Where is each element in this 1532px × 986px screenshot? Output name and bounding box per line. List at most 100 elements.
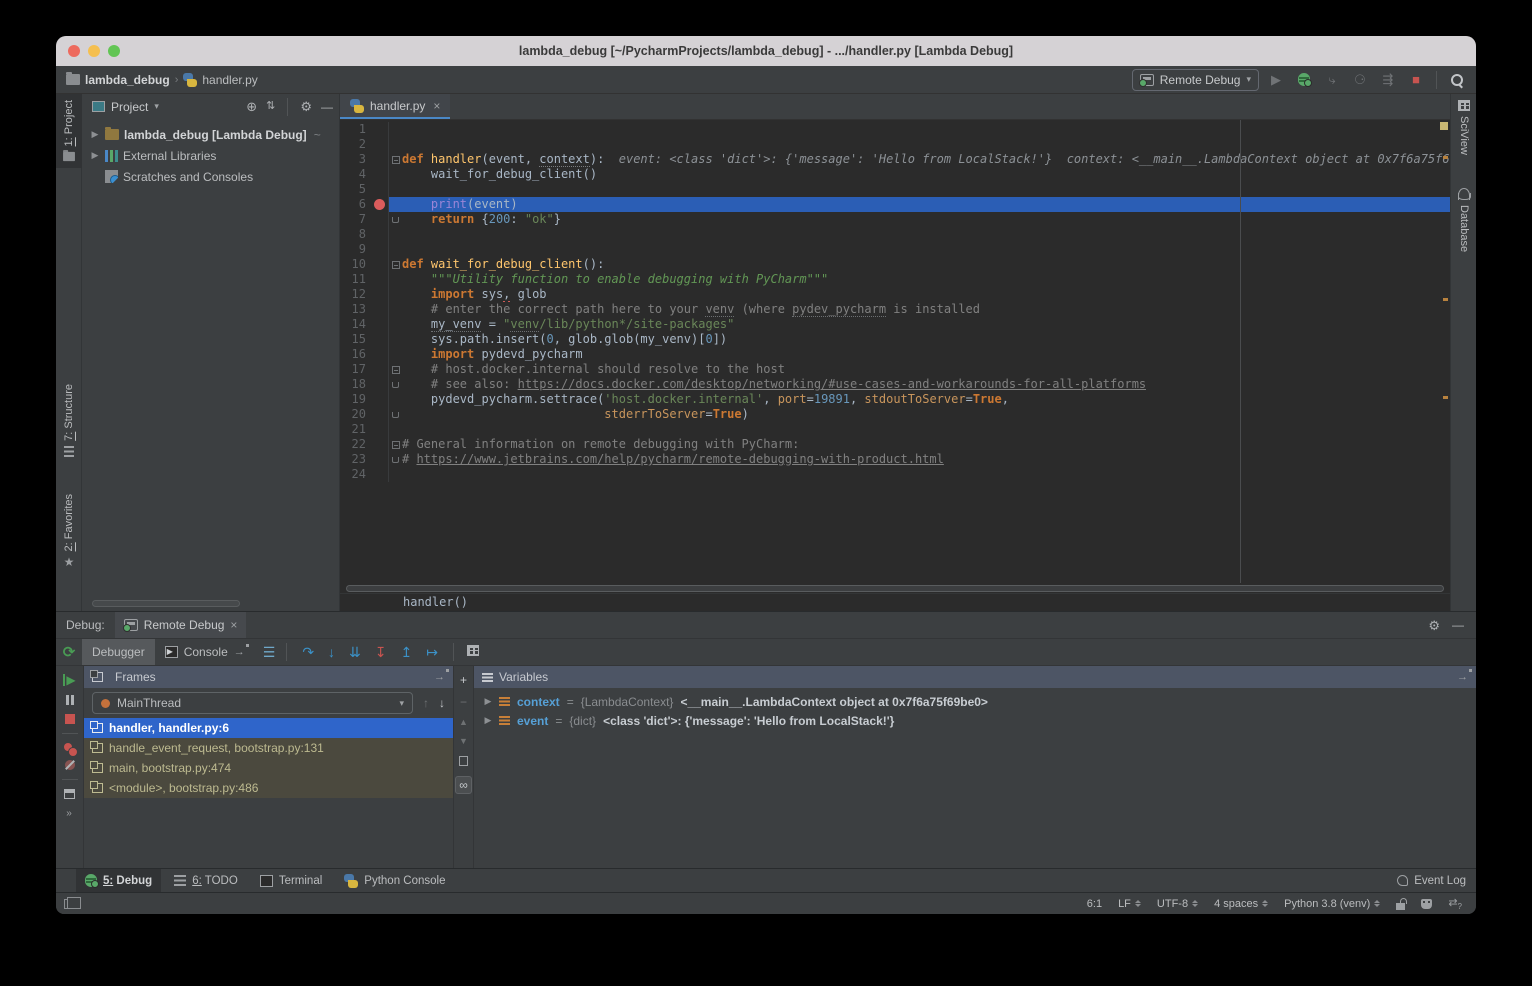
- gutter-spacer[interactable]: [370, 347, 388, 362]
- inspection-status-marker[interactable]: [1440, 122, 1448, 130]
- toolwindow-tab-pythonconsole[interactable]: Python Console: [335, 869, 454, 893]
- fold-open-icon[interactable]: [392, 261, 400, 269]
- code-line-6[interactable]: 6 print(event): [340, 197, 1450, 212]
- gutter-spacer[interactable]: [370, 317, 388, 332]
- fold-marker[interactable]: [388, 152, 402, 167]
- lock-icon[interactable]: [1396, 903, 1405, 910]
- gutter-spacer[interactable]: [370, 227, 388, 242]
- code-line-18[interactable]: 18 # see also: https://docs.docker.com/d…: [340, 377, 1450, 392]
- caret-position[interactable]: 6:1: [1087, 898, 1102, 910]
- code-line-17[interactable]: 17 # host.docker.internal should resolve…: [340, 362, 1450, 377]
- gutter-spacer[interactable]: [370, 392, 388, 407]
- gutter-spacer[interactable]: [370, 422, 388, 437]
- code-line-10[interactable]: 10def wait_for_debug_client():: [340, 257, 1450, 272]
- fold-marker[interactable]: [388, 407, 402, 422]
- search-everywhere-button[interactable]: [1446, 69, 1468, 91]
- attach-profiler-button[interactable]: ⤷: [1321, 69, 1343, 91]
- code-line-7[interactable]: 7 return {200: "ok"}: [340, 212, 1450, 227]
- fold-marker[interactable]: [388, 437, 402, 452]
- fold-end-icon[interactable]: [392, 217, 399, 223]
- fold-open-icon[interactable]: [392, 156, 400, 164]
- editor-body[interactable]: 123def handler(event, context): event: <…: [340, 120, 1450, 583]
- collapse-all-icon[interactable]: ⇅: [266, 101, 275, 112]
- event-log-button[interactable]: Event Log: [1397, 875, 1466, 887]
- sync-icon[interactable]: ⇄?: [1448, 896, 1462, 911]
- restore-layout-button[interactable]: [64, 789, 75, 799]
- toolwindow-tab-todo[interactable]: 6: TODO: [165, 869, 247, 893]
- code-line-16[interactable]: 16 import pydevd_pycharm: [340, 347, 1450, 362]
- breakpoint-icon[interactable]: [374, 199, 385, 210]
- fold-marker[interactable]: [388, 377, 402, 392]
- gear-icon[interactable]: ⚙: [1428, 619, 1440, 632]
- mute-breakpoints-button[interactable]: [65, 760, 75, 770]
- editor-horizontal-scrollbar[interactable]: [346, 585, 1444, 592]
- debug-session-tab[interactable]: Remote Debug ×: [115, 612, 247, 638]
- code-line-11[interactable]: 11 """Utility function to enable debuggi…: [340, 272, 1450, 287]
- code-line-1[interactable]: 1: [340, 122, 1450, 137]
- code-line-15[interactable]: 15 sys.path.insert(0, glob.glob(my_venv)…: [340, 332, 1450, 347]
- expand-arrow-icon[interactable]: ▶: [484, 715, 492, 726]
- breadcrumb-file[interactable]: handler.py: [202, 73, 257, 87]
- gutter-spacer[interactable]: [370, 407, 388, 422]
- variable-row[interactable]: ▶context={LambdaContext}<__main__.Lambda…: [474, 692, 1476, 711]
- code-line-20[interactable]: 20 stderrToServer=True): [340, 407, 1450, 422]
- thread-selector[interactable]: MainThread ▾: [92, 692, 413, 714]
- project-horizontal-scrollbar[interactable]: [92, 600, 240, 607]
- previous-frame-button[interactable]: ↑: [423, 696, 429, 710]
- skip-breakpoints-button[interactable]: ⇶: [1377, 69, 1399, 91]
- gutter-spacer[interactable]: [370, 242, 388, 257]
- close-icon[interactable]: ×: [433, 99, 440, 113]
- encoding-widget[interactable]: UTF-8: [1157, 898, 1198, 910]
- gutter-spacer[interactable]: [370, 182, 388, 197]
- fold-marker[interactable]: [388, 257, 402, 272]
- step-into-button[interactable]: ↓: [328, 645, 335, 659]
- run-with-coverage-button[interactable]: ⚆: [1349, 69, 1371, 91]
- fold-end-icon[interactable]: [392, 382, 399, 388]
- indent-widget[interactable]: 4 spaces: [1214, 898, 1268, 910]
- code-line-8[interactable]: 8: [340, 227, 1450, 242]
- step-out-button[interactable]: ↥: [401, 645, 413, 659]
- pause-button[interactable]: [66, 695, 74, 705]
- gutter-spacer[interactable]: [370, 332, 388, 347]
- remove-watch-button[interactable]: −: [460, 696, 467, 708]
- inspections-hector-icon[interactable]: [1421, 899, 1432, 909]
- add-watch-button[interactable]: +: [460, 674, 467, 686]
- gutter-spacer[interactable]: [370, 302, 388, 317]
- code-line-19[interactable]: 19 pydevd_pycharm.settrace('host.docker.…: [340, 392, 1450, 407]
- gutter-spacer[interactable]: [370, 152, 388, 167]
- gutter-spacer[interactable]: [370, 272, 388, 287]
- breakpoint-gutter[interactable]: [370, 197, 388, 212]
- gutter-spacer[interactable]: [370, 287, 388, 302]
- close-icon[interactable]: ×: [230, 618, 237, 632]
- tab-debugger[interactable]: Debugger: [82, 639, 155, 665]
- pin-icon[interactable]: →: [1457, 671, 1468, 683]
- warning-stripe-mark[interactable]: [1443, 298, 1448, 301]
- frame-row[interactable]: handle_event_request, bootstrap.py:131: [84, 738, 453, 758]
- gutter-spacer[interactable]: [370, 122, 388, 137]
- view-options-icon[interactable]: ☰: [255, 645, 284, 659]
- code-line-5[interactable]: 5: [340, 182, 1450, 197]
- show-watches-toggle[interactable]: ∞: [455, 776, 472, 794]
- gutter-spacer[interactable]: [370, 257, 388, 272]
- rerun-button[interactable]: ⟳: [56, 643, 82, 661]
- sidebar-item-structure[interactable]: 7: Structure: [56, 378, 82, 463]
- variable-row[interactable]: ▶event={dict}<class 'dict'>: {'message':…: [474, 711, 1476, 730]
- code-line-4[interactable]: 4 wait_for_debug_client(): [340, 167, 1450, 182]
- gutter-spacer[interactable]: [370, 167, 388, 182]
- pin-icon[interactable]: →: [434, 671, 445, 683]
- project-view-selector[interactable]: Project: [111, 100, 148, 114]
- code-line-23[interactable]: 23# https://www.jetbrains.com/help/pycha…: [340, 452, 1450, 467]
- expand-arrow-icon[interactable]: ▶: [484, 696, 492, 707]
- gutter-spacer[interactable]: [370, 212, 388, 227]
- toolwindow-tab-terminal[interactable]: Terminal: [251, 869, 331, 893]
- interpreter-widget[interactable]: Python 3.8 (venv): [1284, 898, 1380, 910]
- sidebar-item-favorites[interactable]: 2: Favorites ★: [56, 488, 82, 574]
- force-step-into-button[interactable]: ↧: [375, 645, 387, 659]
- fold-marker[interactable]: [388, 362, 402, 377]
- breadcrumb-project[interactable]: lambda_debug: [85, 73, 170, 87]
- code-line-9[interactable]: 9: [340, 242, 1450, 257]
- duplicate-watch-button[interactable]: [459, 756, 468, 766]
- hide-panel-icon[interactable]: —: [321, 101, 333, 113]
- code-line-13[interactable]: 13 # enter the correct path here to your…: [340, 302, 1450, 317]
- gutter-spacer[interactable]: [370, 467, 388, 482]
